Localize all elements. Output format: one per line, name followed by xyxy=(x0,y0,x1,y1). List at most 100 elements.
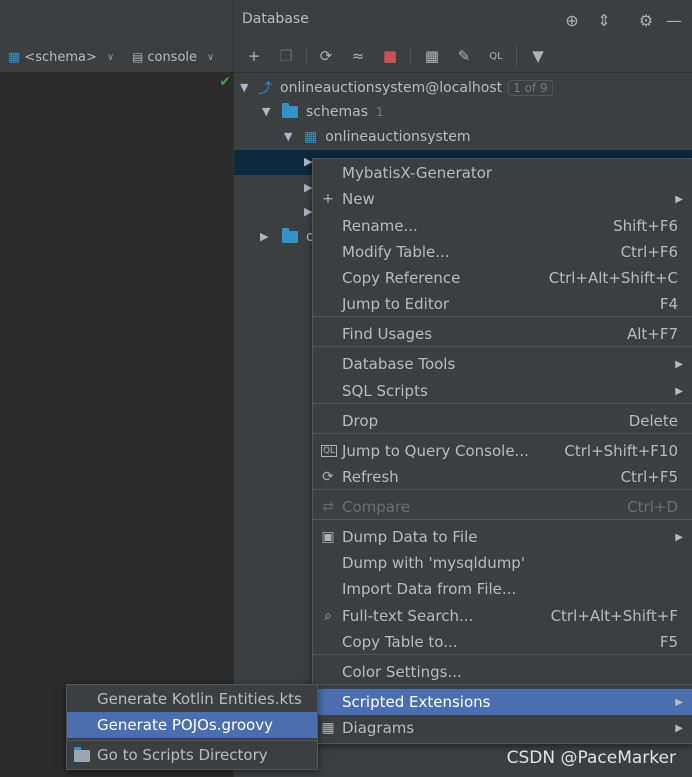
editor-area[interactable]: ✔ xyxy=(0,72,233,777)
watermark: CSDN @PaceMarker xyxy=(506,748,676,768)
menu-item-label: Drop xyxy=(342,412,379,430)
tree-node-schema[interactable]: ▼ ▦ onlineauctionsystem xyxy=(284,124,471,149)
menu-item-shortcut: Ctrl+Shift+F10 xyxy=(564,442,678,460)
menu-item-label: Rename... xyxy=(342,217,418,235)
menu-item-shortcut: Ctrl+Alt+Shift+C xyxy=(548,269,678,287)
menu-item-label: Scripted Extensions xyxy=(342,693,491,711)
menu-item-mybatisx-generator[interactable]: MybatisX-Generator xyxy=(313,160,692,186)
submenu-item-label: Go to Scripts Directory xyxy=(97,746,268,764)
locate-icon[interactable]: ⊕ xyxy=(561,9,583,31)
tree-node-schemas[interactable]: ▼ schemas 1 xyxy=(262,99,384,124)
console-label: console xyxy=(147,49,198,65)
minimize-icon[interactable]: — xyxy=(663,9,685,31)
menu-item-label: Find Usages xyxy=(342,325,433,343)
compare-icon: ⇄ xyxy=(322,499,334,515)
menu-item-find-usages[interactable]: Find Usages Alt+F7 xyxy=(313,321,692,347)
search-icon: ⌕ xyxy=(324,608,332,624)
menu-item-refresh[interactable]: ⟳ Refresh Ctrl+F5 xyxy=(313,464,692,490)
menu-item-color-settings[interactable]: Color Settings... xyxy=(313,659,692,685)
toolbar-divider xyxy=(516,46,517,66)
mysql-icon: ⤴ xyxy=(258,80,272,97)
menu-item-jump-to-query-console[interactable]: QL Jump to Query Console... Ctrl+Shift+F10 xyxy=(313,438,692,464)
tree-node-connection[interactable]: ▼ ⤴ onlineauctionsystem@localhost 1 of 9 xyxy=(240,75,553,100)
menu-item-diagrams[interactable]: ▦ Diagrams ▶ xyxy=(313,715,692,741)
menu-item-dump-data-to-file[interactable]: ▣ Dump Data to File ▶ xyxy=(313,524,692,550)
gear-icon[interactable]: ⚙ xyxy=(635,9,657,31)
stop-icon[interactable]: ■ xyxy=(378,44,402,68)
menu-separator xyxy=(313,403,692,404)
menu-item-sql-scripts[interactable]: SQL Scripts ▶ xyxy=(313,378,692,404)
menu-item-shortcut: F5 xyxy=(659,633,678,651)
menu-item-compare[interactable]: ⇄ Compare Ctrl+D xyxy=(313,494,692,520)
menu-item-label: Database Tools xyxy=(342,355,456,373)
schema-sync-icon[interactable]: ≈ xyxy=(346,44,370,68)
menu-separator xyxy=(313,346,692,347)
collapse-arrow-icon: ▶ xyxy=(260,230,269,243)
filter-icon[interactable]: ▼ xyxy=(526,44,550,68)
menu-item-label: Full-text Search... xyxy=(342,607,474,625)
chevron-down-icon: ∨ xyxy=(207,51,215,63)
menu-item-scripted-extensions[interactable]: Scripted Extensions ▶ xyxy=(313,689,692,715)
refresh-icon: ⟳ xyxy=(322,469,334,485)
connection-badge: 1 of 9 xyxy=(508,79,553,96)
add-icon[interactable]: + xyxy=(242,44,266,68)
collapse-icon[interactable]: ⇕ xyxy=(593,9,615,31)
menu-item-import-data-from-file[interactable]: Import Data from File... xyxy=(313,576,692,602)
table-icon[interactable]: ▦ xyxy=(420,44,444,68)
menu-item-label: Copy Reference xyxy=(342,269,461,287)
schemas-count: 1 xyxy=(376,104,384,119)
submenu-arrow-icon: ▶ xyxy=(675,696,683,708)
left-editor-toolbar: ▦ <schema> ∨ ▤ console ∨ xyxy=(0,42,233,73)
submenu-arrow-icon: ▶ xyxy=(675,531,683,543)
menu-item-shortcut: Ctrl+F6 xyxy=(620,243,678,261)
plus-icon: + xyxy=(322,191,334,207)
menu-item-rename[interactable]: Rename... Shift+F6 xyxy=(313,213,692,239)
menu-item-shortcut: Ctrl+Alt+Shift+F xyxy=(550,607,678,625)
menu-item-new[interactable]: + New ▶ xyxy=(313,186,692,212)
submenu-item-go-to-scripts[interactable]: Go to Scripts Directory xyxy=(67,742,317,768)
tree-node-other[interactable]: ▶ o xyxy=(260,224,315,249)
menu-item-database-tools[interactable]: Database Tools ▶ xyxy=(313,351,692,377)
database-toolbar: + ❐ ⟳ ≈ ■ ▦ ✎ QL ▼ xyxy=(234,40,692,73)
edit-icon[interactable]: ✎ xyxy=(452,44,476,68)
left-editor-tabbar xyxy=(0,0,233,43)
expand-arrow-icon: ▼ xyxy=(262,105,271,118)
context-menu: MybatisX-Generator + New ▶ Rename... Shift+F6… xyxy=(312,158,692,744)
refresh-icon[interactable]: ⟳ xyxy=(314,44,338,68)
folder-icon xyxy=(282,227,298,243)
save-icon: ▣ xyxy=(321,529,335,545)
submenu-item-generate-pojos[interactable]: Generate POJOs.groovy xyxy=(67,712,317,738)
menu-item-label: Color Settings... xyxy=(342,663,462,681)
duplicate-icon[interactable]: ❐ xyxy=(274,44,298,68)
menu-item-full-text-search[interactable]: ⌕ Full-text Search... Ctrl+Alt+Shift+F xyxy=(313,603,692,629)
menu-item-label: Import Data from File... xyxy=(342,580,517,598)
menu-item-label: Copy Table to... xyxy=(342,633,458,651)
menu-item-shortcut: Shift+F6 xyxy=(613,217,678,235)
ql-console-icon[interactable]: QL xyxy=(484,44,508,68)
submenu-item-label: Generate POJOs.groovy xyxy=(97,716,273,734)
menu-item-modify-table[interactable]: Modify Table... Ctrl+F6 xyxy=(313,239,692,265)
check-icon: ✔ xyxy=(219,74,231,90)
console-selector[interactable]: ▤ console ∨ xyxy=(132,42,214,72)
menu-separator xyxy=(313,433,692,434)
menu-separator xyxy=(313,654,692,655)
menu-item-shortcut: F4 xyxy=(659,295,678,313)
menu-item-jump-to-editor[interactable]: Jump to Editor F4 xyxy=(313,291,692,317)
menu-item-shortcut: Alt+F7 xyxy=(626,325,678,343)
submenu-item-generate-kotlin[interactable]: Generate Kotlin Entities.kts xyxy=(67,686,317,712)
menu-item-drop[interactable]: Drop Delete xyxy=(313,408,692,434)
submenu-item-label: Generate Kotlin Entities.kts xyxy=(97,690,302,708)
menu-item-label: Dump with 'mysqldump' xyxy=(342,554,525,572)
menu-item-label: Dump Data to File xyxy=(342,528,478,546)
menu-item-dump-with-mysqldump[interactable]: Dump with 'mysqldump' xyxy=(313,550,692,576)
menu-item-copy-reference[interactable]: Copy Reference Ctrl+Alt+Shift+C xyxy=(313,265,692,291)
schema-selector[interactable]: ▦ <schema> ∨ xyxy=(8,42,114,72)
database-panel-header: Database ⊕ ⇕ ⚙ — xyxy=(234,0,692,41)
menu-item-copy-table-to[interactable]: Copy Table to... F5 xyxy=(313,629,692,655)
expand-arrow-icon: ▼ xyxy=(240,81,249,94)
diagram-icon: ▦ xyxy=(321,720,335,736)
menu-item-shortcut: Ctrl+F5 xyxy=(620,468,678,486)
menu-separator xyxy=(313,316,692,317)
submenu-separator xyxy=(67,740,317,741)
menu-item-label: SQL Scripts xyxy=(342,382,428,400)
